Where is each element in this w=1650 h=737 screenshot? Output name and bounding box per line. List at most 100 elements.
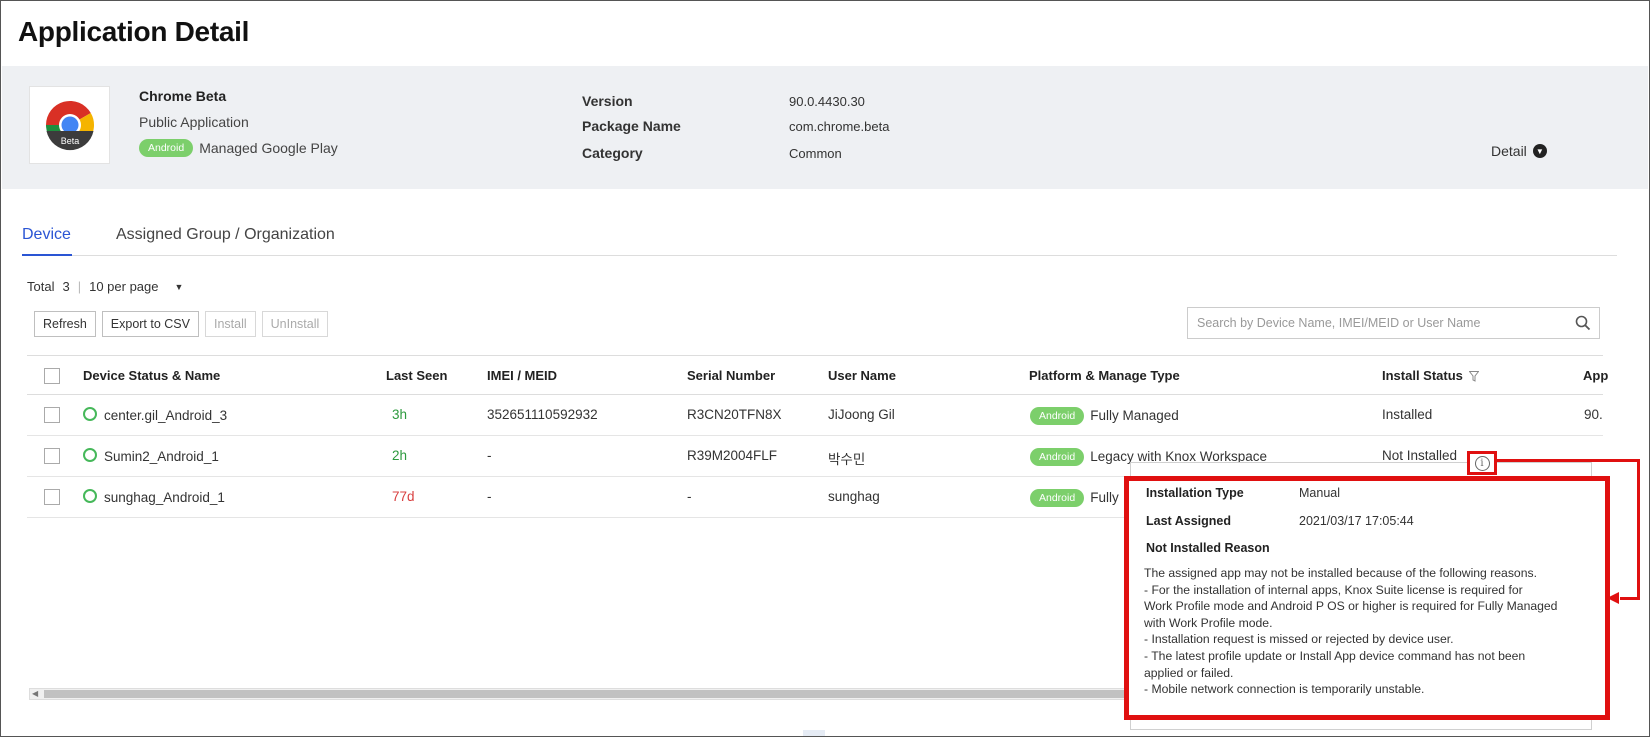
last-seen-cell: 2h	[392, 448, 408, 463]
version-value: 90.0.4430.30	[789, 94, 865, 109]
search-icon[interactable]	[1575, 315, 1591, 331]
search-input[interactable]	[1188, 308, 1558, 338]
install-status-cell: Installed	[1382, 407, 1433, 422]
col-user[interactable]: User Name	[828, 368, 896, 383]
install-button[interactable]: Install	[204, 311, 256, 337]
per-page-select[interactable]: 10 per page	[89, 279, 158, 294]
col-app-version[interactable]: App	[1583, 368, 1608, 383]
tab-device[interactable]: Device	[22, 226, 71, 244]
horizontal-scrollbar[interactable]: ◀	[29, 688, 1139, 700]
col-imei[interactable]: IMEI / MEID	[487, 368, 557, 383]
category-value: Common	[789, 146, 842, 161]
chrome-beta-icon: Beta	[45, 100, 94, 151]
platform-badge: Android	[139, 139, 194, 157]
row-checkbox[interactable]	[44, 489, 60, 505]
app-summary-panel: Beta Chrome Beta Public Application Andr…	[2, 66, 1648, 189]
page-title: Application Detail	[18, 16, 250, 47]
row-checkbox[interactable]	[44, 448, 60, 464]
callout-connector	[1637, 459, 1640, 600]
arrow-left-icon	[1607, 592, 1619, 604]
app-platform-row: Android Managed Google Play	[139, 139, 338, 157]
imei-cell: -	[487, 489, 492, 504]
package-name-label: Package Name	[582, 118, 681, 134]
select-all-checkbox[interactable]	[44, 368, 60, 384]
reason-line: - Installation request is missed or reje…	[1144, 632, 1454, 647]
reason-text: The assigned app may not be installed be…	[1144, 565, 1604, 698]
col-serial[interactable]: Serial Number	[687, 368, 775, 383]
col-platform[interactable]: Platform & Manage Type	[1029, 368, 1180, 383]
version-label: Version	[582, 93, 633, 109]
active-tab-indicator	[22, 254, 72, 256]
toolbar: Refresh Export to CSV Install UnInstall	[34, 311, 329, 337]
device-name-cell[interactable]: center.gil_Android_3	[83, 407, 227, 423]
user-cell: sunghag	[828, 489, 880, 504]
install-status-cell: Not Installed	[1382, 448, 1458, 463]
detail-toggle[interactable]: Detail ▼	[1491, 143, 1547, 159]
status-circle-icon	[83, 489, 97, 503]
tab-assigned-group[interactable]: Assigned Group / Organization	[116, 226, 335, 244]
platform-badge: Android	[1030, 407, 1085, 425]
reason-line: - For the installation of internal apps,…	[1144, 582, 1523, 597]
reason-label: Not Installed Reason	[1146, 541, 1270, 555]
list-summary: Total 3 | 10 per page ▼	[27, 279, 183, 294]
caret-down-icon[interactable]: ▼	[175, 282, 184, 292]
installation-type-label: Installation Type	[1146, 486, 1244, 500]
status-circle-icon	[83, 448, 97, 462]
app-type: Public Application	[139, 114, 249, 130]
export-csv-button[interactable]: Export to CSV	[101, 311, 199, 337]
row-checkbox[interactable]	[44, 407, 60, 423]
imei-cell: 352651110592932	[487, 407, 598, 422]
not-installed-tooltip: Installation Type Manual Last Assigned 2…	[1124, 476, 1610, 720]
device-name[interactable]: sunghag_Android_1	[104, 490, 225, 505]
scroll-left-icon[interactable]: ◀	[32, 689, 38, 698]
divider: |	[77, 279, 82, 294]
reason-line: - The latest profile update or Install A…	[1144, 648, 1526, 663]
reason-line: with Work Profile mode.	[1144, 615, 1273, 630]
platform-badge: Android	[1030, 489, 1085, 507]
scroll-thumb[interactable]	[44, 690, 1138, 698]
last-seen-cell: 3h	[392, 407, 408, 422]
serial-cell: -	[687, 489, 692, 504]
serial-cell: R39M2004FLF	[687, 448, 778, 463]
device-name[interactable]: Sumin2_Android_1	[104, 449, 219, 464]
bottom-handle	[803, 730, 825, 736]
app-icon-label: Beta	[60, 136, 79, 146]
user-cell: 박수민	[828, 452, 866, 467]
total-label: Total	[27, 279, 55, 294]
filter-icon[interactable]	[1469, 371, 1479, 382]
detail-label: Detail	[1491, 143, 1527, 159]
uninstall-button[interactable]: UnInstall	[261, 311, 329, 337]
last-assigned-label: Last Assigned	[1146, 514, 1231, 528]
platform-cell: Android Fully	[1030, 489, 1119, 507]
category-label: Category	[582, 145, 643, 161]
col-device[interactable]: Device Status & Name	[83, 368, 220, 383]
platform-badge: Android	[1030, 448, 1085, 466]
info-icon[interactable]: i	[1467, 451, 1497, 475]
reason-line: Work Profile mode and Android P OS or hi…	[1144, 599, 1558, 614]
reason-line: applied or failed.	[1144, 665, 1234, 680]
installation-type-value: Manual	[1299, 486, 1340, 500]
reason-line: The assigned app may not be installed be…	[1144, 566, 1537, 580]
table-row[interactable]: center.gil_Android_3 3h 352651110592932 …	[27, 395, 1603, 436]
chevron-down-circle-icon: ▼	[1532, 144, 1547, 158]
platform-cell: Android Fully Managed	[1030, 407, 1179, 425]
serial-cell: R3CN20TFN8X	[687, 407, 782, 422]
device-name[interactable]: center.gil_Android_3	[104, 408, 227, 423]
table-header: Device Status & Name Last Seen IMEI / ME…	[27, 355, 1608, 395]
device-name-cell[interactable]: sunghag_Android_1	[83, 489, 225, 505]
callout-connector	[1497, 459, 1640, 462]
manage-type: Fully Managed	[1090, 408, 1179, 423]
package-name-value: com.chrome.beta	[789, 119, 890, 134]
app-version-cell: 90.	[1584, 407, 1603, 422]
device-name-cell[interactable]: Sumin2_Android_1	[83, 448, 219, 464]
tab-bar: Device Assigned Group / Organization	[22, 222, 1617, 256]
app-icon-container: Beta	[29, 86, 110, 164]
last-seen-cell: 77d	[392, 489, 415, 504]
col-last-seen[interactable]: Last Seen	[386, 368, 447, 383]
reason-line: - Mobile network connection is temporari…	[1144, 682, 1425, 697]
info-circle-icon: i	[1474, 455, 1490, 471]
col-install-status[interactable]: Install Status	[1382, 368, 1463, 383]
manage-type: Fully	[1090, 490, 1119, 505]
app-name: Chrome Beta	[139, 88, 227, 104]
refresh-button[interactable]: Refresh	[34, 311, 96, 337]
